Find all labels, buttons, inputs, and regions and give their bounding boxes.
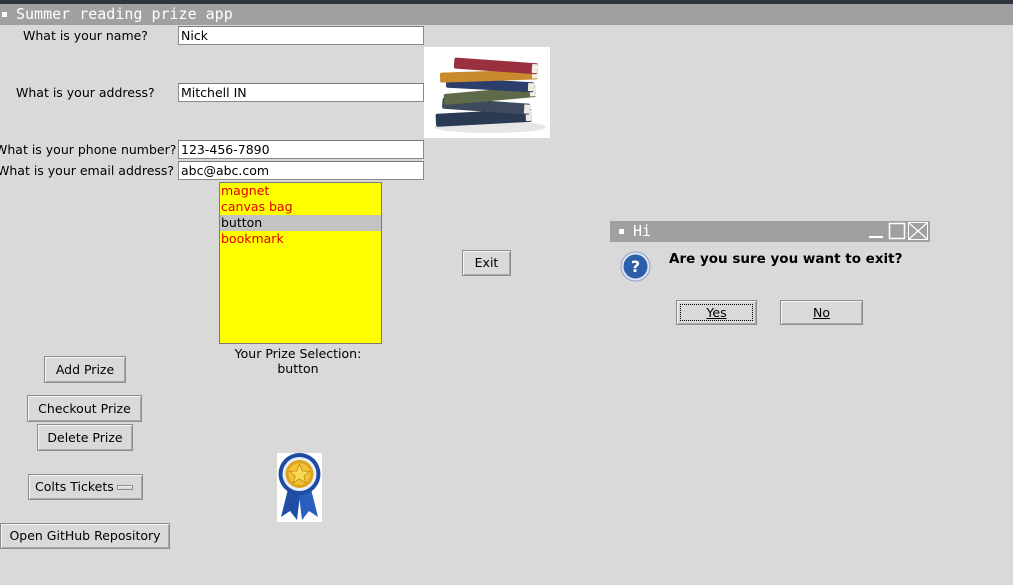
prize-item-button[interactable]: button xyxy=(220,215,381,231)
dropdown-indicator-icon xyxy=(117,485,133,490)
exit-button[interactable]: Exit xyxy=(462,250,511,276)
email-input[interactable]: abc@abc.com xyxy=(178,161,424,180)
main-window-titlebar[interactable]: Summer reading prize app xyxy=(0,4,1013,25)
window-menu-icon[interactable] xyxy=(2,12,7,17)
add-prize-button[interactable]: Add Prize xyxy=(44,356,126,383)
prize-selection-value: button xyxy=(277,360,319,376)
email-label: What is your email address? xyxy=(0,163,175,178)
address-input[interactable]: Mitchell IN xyxy=(178,83,424,102)
dialog-yes-button[interactable]: Yes xyxy=(676,300,757,325)
minimize-icon[interactable] xyxy=(867,222,885,240)
phone-label: What is your phone number? xyxy=(0,142,177,157)
prize-selection-display: Your Prize Selection: button xyxy=(228,346,368,376)
prize-item-magnet[interactable]: magnet xyxy=(220,183,381,199)
prize-selection-label: Your Prize Selection: xyxy=(234,346,362,361)
dialog-menu-icon[interactable] xyxy=(619,229,624,234)
phone-input[interactable]: 123-456-7890 xyxy=(178,140,424,159)
colts-tickets-menubutton[interactable]: Colts Tickets xyxy=(28,474,143,500)
prize-listbox[interactable]: magnet canvas bag button bookmark xyxy=(219,182,382,344)
prize-item-canvas-bag[interactable]: canvas bag xyxy=(220,199,381,215)
dialog-no-button[interactable]: No xyxy=(780,300,863,325)
exit-dialog-titlebar[interactable]: Hi xyxy=(610,221,930,242)
maximize-icon[interactable] xyxy=(888,222,906,240)
dialog-no-label: No xyxy=(813,305,830,320)
question-icon: ? xyxy=(620,251,651,282)
open-github-button[interactable]: Open GitHub Repository xyxy=(0,523,170,549)
address-label: What is your address? xyxy=(16,85,155,100)
name-input[interactable]: Nick xyxy=(178,26,424,45)
dialog-message: Are you sure you want to exit? xyxy=(669,251,903,267)
colts-tickets-label: Colts Tickets xyxy=(35,479,114,494)
close-icon[interactable] xyxy=(908,222,928,240)
award-ribbon-image xyxy=(277,453,322,522)
name-label: What is your name? xyxy=(23,28,148,43)
delete-prize-button[interactable]: Delete Prize xyxy=(37,424,133,451)
window-title: Summer reading prize app xyxy=(16,5,233,23)
dialog-title: Hi xyxy=(633,222,652,240)
svg-text:?: ? xyxy=(631,257,640,276)
books-stack-image xyxy=(424,47,550,138)
prize-item-bookmark[interactable]: bookmark xyxy=(220,231,381,247)
checkout-prize-button[interactable]: Checkout Prize xyxy=(27,395,142,422)
dialog-yes-label: Yes xyxy=(706,305,727,320)
